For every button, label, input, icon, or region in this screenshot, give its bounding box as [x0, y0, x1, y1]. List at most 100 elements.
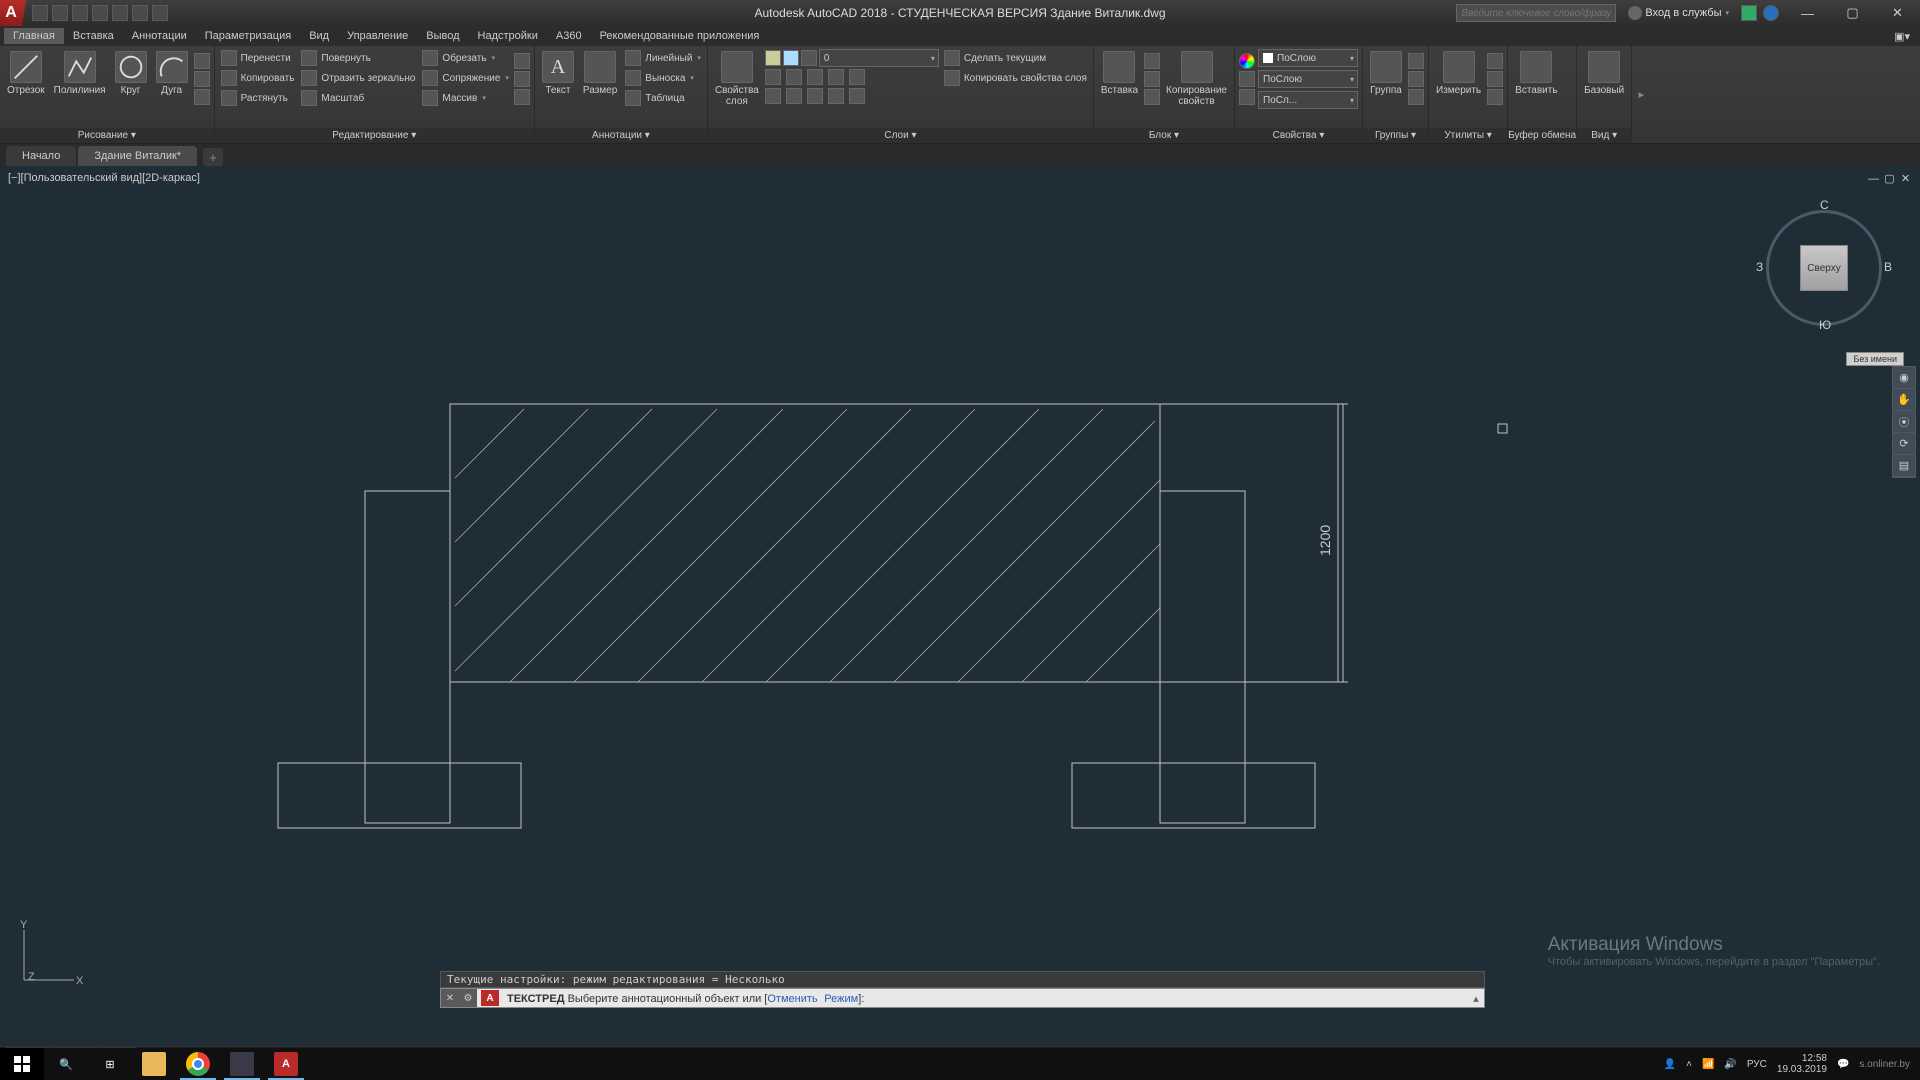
cmdline-close-icon[interactable]: ✕: [441, 989, 459, 1007]
taskbar-chrome[interactable]: [176, 1048, 220, 1080]
qat-print-icon[interactable]: [112, 5, 128, 21]
help-icon[interactable]: [1763, 5, 1779, 21]
tray-clock[interactable]: 12:58 19.03.2019: [1777, 1053, 1827, 1075]
tray-chevron-up-icon[interactable]: ˄: [1686, 1059, 1692, 1070]
edit-block-icon[interactable]: [1144, 71, 1160, 87]
command-line[interactable]: Текущие настройки: режим редактирования …: [440, 971, 1485, 1008]
trim-button[interactable]: Обрезать▾: [420, 49, 511, 67]
measure-button[interactable]: Измерить: [1433, 49, 1484, 98]
linetype-icon[interactable]: [1239, 89, 1255, 105]
qat-undo-icon[interactable]: [132, 5, 148, 21]
offset-icon[interactable]: [514, 89, 530, 105]
layer-tool-icon[interactable]: [807, 69, 823, 85]
menu-insert[interactable]: Вставка: [64, 28, 123, 44]
text-button[interactable]: AТекст: [539, 49, 577, 98]
qat-new-icon[interactable]: [32, 5, 48, 21]
layer-tool-icon[interactable]: [849, 69, 865, 85]
menu-annotate[interactable]: Аннотации: [123, 28, 196, 44]
insert-block-button[interactable]: Вставка: [1098, 49, 1141, 98]
menu-manage[interactable]: Управление: [338, 28, 417, 44]
table-button[interactable]: Таблица: [623, 89, 703, 107]
line-button[interactable]: Отрезок: [4, 49, 48, 98]
layer-tool-icon[interactable]: [765, 69, 781, 85]
layer-tool-icon[interactable]: [828, 88, 844, 104]
rotate-button[interactable]: Повернуть: [299, 49, 417, 67]
create-block-icon[interactable]: [1144, 53, 1160, 69]
leader-button[interactable]: Выноска▾: [623, 69, 703, 87]
tab-start[interactable]: Начало: [6, 146, 76, 166]
panel-groups-title[interactable]: Группы ▾: [1363, 128, 1428, 143]
panel-view-title[interactable]: Вид ▾: [1577, 128, 1631, 143]
point-icon[interactable]: [1487, 89, 1503, 105]
dimension-button[interactable]: Размер: [580, 49, 620, 98]
lineweight-dropdown[interactable]: ПоСлою: [1258, 70, 1358, 88]
tab-current-file[interactable]: Здание Виталик*: [78, 146, 197, 166]
qat-save-icon[interactable]: [72, 5, 88, 21]
app-logo[interactable]: A: [0, 0, 26, 26]
scale-button[interactable]: Масштаб: [299, 89, 417, 107]
quickcalc-icon[interactable]: [1487, 71, 1503, 87]
panel-clip-title[interactable]: Буфер обмена: [1508, 128, 1576, 143]
layer-tool-icon[interactable]: [807, 88, 823, 104]
panel-utils-title[interactable]: Утилиты ▾: [1429, 128, 1507, 143]
menu-a360[interactable]: A360: [547, 28, 591, 44]
start-button[interactable]: [0, 1048, 44, 1080]
color-wheel-icon[interactable]: [1239, 53, 1255, 69]
copy-button[interactable]: Копировать: [219, 69, 297, 87]
cmd-option-mode[interactable]: Режим: [824, 993, 858, 1005]
layer-tool-icon[interactable]: [828, 69, 844, 85]
dimension-text[interactable]: 1200: [1317, 525, 1333, 556]
layer-dropdown[interactable]: 0: [819, 49, 939, 67]
layer-props-button[interactable]: Свойства слоя: [712, 49, 762, 109]
edit-attr-icon[interactable]: [1144, 89, 1160, 105]
match-props-button[interactable]: Копирование свойств: [1163, 49, 1230, 109]
taskbar-explorer[interactable]: [132, 1048, 176, 1080]
linear-dim-button[interactable]: Линейный▾: [623, 49, 703, 67]
layer-tool-icon[interactable]: [786, 69, 802, 85]
panel-modify-title[interactable]: Редактирование ▾: [215, 128, 534, 143]
copy-layer-props-button[interactable]: Копировать свойства слоя: [942, 69, 1089, 87]
exchange-icon[interactable]: [1741, 5, 1757, 21]
linetype-dropdown[interactable]: ПоСл...: [1258, 91, 1358, 109]
panel-annot-title[interactable]: Аннотации ▾: [535, 128, 707, 143]
menu-home[interactable]: Главная: [4, 28, 64, 44]
array-button[interactable]: Массив▾: [420, 89, 511, 107]
taskbar-app-1[interactable]: [220, 1048, 264, 1080]
cmdline-expand-icon[interactable]: ▴: [1468, 992, 1484, 1005]
minimize-button[interactable]: —: [1785, 0, 1830, 26]
menu-output[interactable]: Вывод: [417, 28, 468, 44]
menu-featured[interactable]: Рекомендованные приложения: [591, 28, 769, 44]
ellipse-icon[interactable]: [194, 71, 210, 87]
group-button[interactable]: Группа: [1367, 49, 1405, 98]
qat-open-icon[interactable]: [52, 5, 68, 21]
layer-bulb-icon[interactable]: [765, 50, 781, 66]
layer-freeze-icon[interactable]: [783, 50, 799, 66]
panel-block-title[interactable]: Блок ▾: [1094, 128, 1234, 143]
stretch-button[interactable]: Растянуть: [219, 89, 297, 107]
arc-button[interactable]: Дуга: [153, 49, 191, 98]
mirror-button[interactable]: Отразить зеркально: [299, 69, 417, 87]
move-button[interactable]: Перенести: [219, 49, 297, 67]
layer-tool-icon[interactable]: [765, 88, 781, 104]
taskbar-autocad[interactable]: A: [264, 1048, 308, 1080]
base-view-button[interactable]: Базовый: [1581, 49, 1627, 98]
task-view-icon[interactable]: ⊞: [88, 1048, 132, 1080]
drawing-canvas[interactable]: 1200: [0, 166, 1920, 1046]
menu-view[interactable]: Вид: [300, 28, 338, 44]
qat-redo-icon[interactable]: [152, 5, 168, 21]
tray-network-icon[interactable]: 📶: [1702, 1059, 1714, 1070]
tray-volume-icon[interactable]: 🔊: [1724, 1059, 1736, 1070]
select-all-icon[interactable]: [1487, 53, 1503, 69]
hatch-icon[interactable]: [194, 89, 210, 105]
qat-saveas-icon[interactable]: [92, 5, 108, 21]
layer-lock-icon[interactable]: [801, 50, 817, 66]
fillet-button[interactable]: Сопряжение▾: [420, 69, 511, 87]
tray-notification-icon[interactable]: 💬: [1837, 1059, 1849, 1070]
search-input[interactable]: [1456, 4, 1616, 22]
circle-button[interactable]: Круг: [112, 49, 150, 98]
drawing-area[interactable]: [−][Пользовательский вид][2D-каркас] — ▢…: [0, 166, 1920, 1046]
layer-tool-icon[interactable]: [786, 88, 802, 104]
tab-add-button[interactable]: +: [203, 148, 223, 166]
panel-layers-title[interactable]: Слои ▾: [708, 128, 1093, 143]
close-button[interactable]: ✕: [1875, 0, 1920, 26]
